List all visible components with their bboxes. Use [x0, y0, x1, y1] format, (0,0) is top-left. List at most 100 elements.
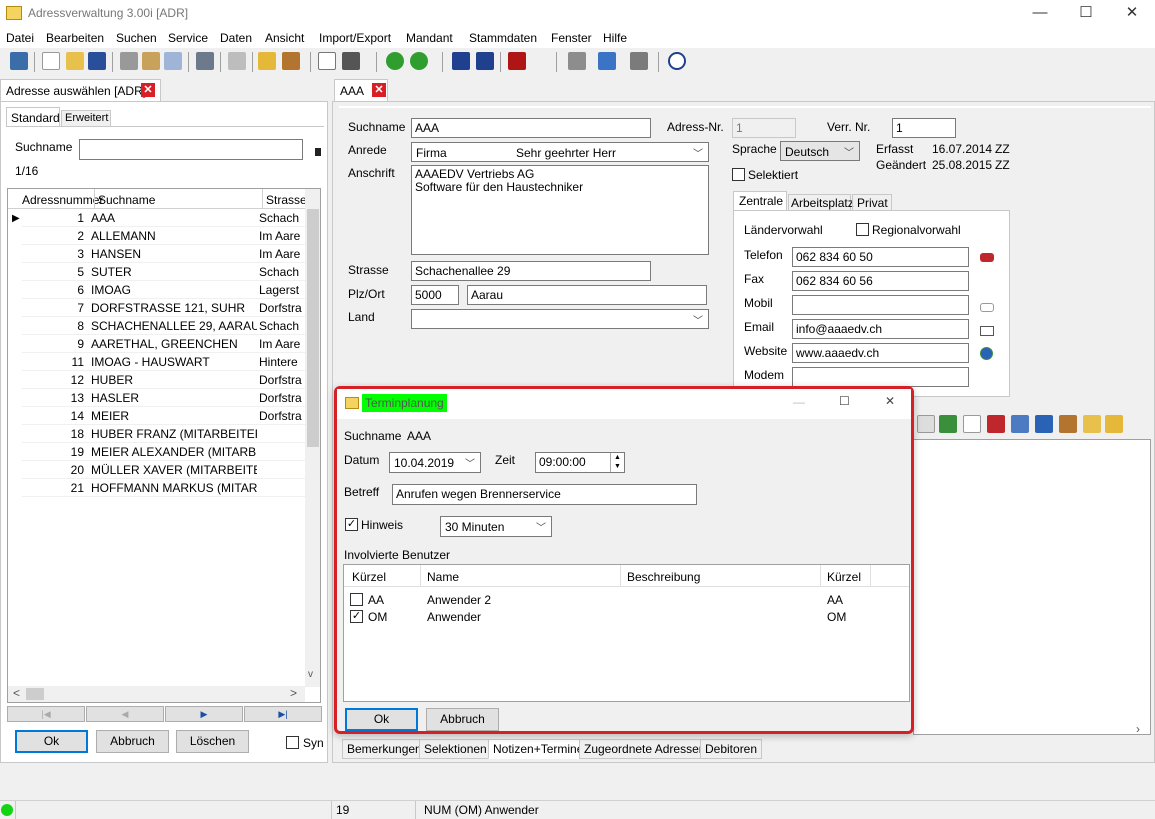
col-suchname[interactable]: Suchname	[98, 193, 155, 207]
table-row[interactable]: 7 DORFSTRASSE 121, SUHR Dorfstra	[22, 299, 306, 317]
table-row[interactable]: 8 SCHACHENALLEE 29, AARAU Schach	[22, 317, 306, 335]
grid-vertical-scrollbar[interactable]: v	[305, 189, 320, 687]
dialog-cancel-button[interactable]: Abbruch	[426, 708, 499, 731]
tab-notizen-termine[interactable]: Notizen+Termine	[488, 739, 589, 759]
menu-stammdaten[interactable]: Stammdaten	[469, 31, 537, 45]
menu-daten[interactable]: Daten	[220, 31, 252, 45]
tab-erweitert[interactable]: Erweitert	[61, 110, 111, 127]
nav-prev-button[interactable]: ◀	[86, 706, 164, 722]
checklist-icon[interactable]	[258, 52, 276, 70]
nav-first-button[interactable]: |◀	[7, 706, 85, 722]
document-icon[interactable]	[318, 52, 336, 70]
package-icon[interactable]	[1059, 415, 1077, 433]
dialog-maximize-button[interactable]: ☐	[839, 394, 850, 408]
menu-suchen[interactable]: Suchen	[116, 31, 157, 45]
table-row[interactable]: 20 MÜLLER XAVER (MITARBEITER)	[22, 461, 306, 479]
checklist-icon[interactable]	[1105, 415, 1123, 433]
col-name[interactable]: Name	[427, 570, 459, 584]
menu-ansicht[interactable]: Ansicht	[265, 31, 304, 45]
tab-zugeordnete-adressen[interactable]: Zugeordnete Adressen	[579, 739, 711, 759]
user-checkbox-aa[interactable]	[350, 593, 363, 606]
attach-icon[interactable]	[917, 415, 935, 433]
scroll-left-icon[interactable]: <	[13, 686, 20, 700]
open-folder-icon[interactable]	[66, 52, 84, 70]
regionalvorwahl-checkbox[interactable]	[856, 223, 869, 236]
strasse-field[interactable]: Schachenallee 29	[411, 261, 651, 281]
cut-icon[interactable]	[120, 52, 138, 70]
ok-button[interactable]: Ok	[15, 730, 88, 753]
suchname-field[interactable]: AAA	[411, 118, 651, 138]
tab-debitoren[interactable]: Debitoren	[700, 739, 763, 759]
percent-icon[interactable]	[963, 415, 981, 433]
copy-icon[interactable]	[164, 52, 182, 70]
horizontal-split-icon[interactable]	[452, 52, 470, 70]
vertical-split-icon[interactable]	[476, 52, 494, 70]
table-row[interactable]: 19 MEIER ALEXANDER (MITARBEIT	[22, 443, 306, 461]
sprache-select[interactable]: Deutsch ﹀	[780, 141, 860, 161]
menu-hilfe[interactable]: Hilfe	[603, 31, 627, 45]
selektiert-checkbox[interactable]	[732, 168, 745, 181]
user-row[interactable]: AA Anwender 2 AA	[344, 591, 909, 608]
col-adressnummer[interactable]: Adressnummer	[22, 193, 103, 207]
table-icon[interactable]	[598, 52, 616, 70]
telephone-icon[interactable]	[980, 253, 994, 262]
betreff-field[interactable]: Anrufen wegen Brennerservice	[392, 484, 697, 505]
dialog-ok-button[interactable]: Ok	[345, 708, 418, 731]
dialog-close-button[interactable]: ✕	[885, 394, 895, 408]
col-beschreibung[interactable]: Beschreibung	[627, 570, 700, 584]
book-stack-icon[interactable]	[1035, 415, 1053, 433]
close-icon[interactable]: ✕	[372, 83, 386, 97]
table-row[interactable]: 1 AAA Schach	[22, 209, 306, 227]
close-window-button[interactable]: ✕	[1109, 0, 1155, 28]
sync-checkbox[interactable]	[286, 736, 299, 749]
hinweis-select[interactable]: 30 Minuten ﹀	[440, 516, 552, 537]
col-kuerzel-2[interactable]: Kürzel	[827, 570, 861, 584]
notes-list[interactable]: ›	[913, 439, 1151, 736]
printer-icon[interactable]	[342, 52, 360, 70]
maximize-button[interactable]: ☐	[1063, 0, 1109, 28]
globe-icon[interactable]	[980, 347, 993, 360]
tree-icon[interactable]	[939, 415, 957, 433]
close-window-icon[interactable]	[508, 52, 526, 70]
mobil-field[interactable]	[792, 295, 969, 315]
search-input[interactable]	[79, 139, 303, 160]
notes-scroll-right-icon[interactable]: ›	[1136, 722, 1140, 736]
package-icon[interactable]	[282, 52, 300, 70]
col-kuerzel[interactable]: Kürzel	[352, 570, 386, 584]
computer-icon[interactable]	[196, 52, 214, 70]
target-icon[interactable]	[668, 52, 686, 70]
land-select[interactable]: ﹀	[411, 309, 709, 329]
forward-arrow-icon[interactable]	[410, 52, 428, 70]
tab-privat[interactable]: Privat	[852, 194, 892, 211]
users-icon[interactable]	[630, 52, 648, 70]
anschrift-textarea[interactable]: AAAEDV Vertriebs AG Software für den Hau…	[411, 165, 709, 255]
table-row[interactable]: 2 ALLEMANN Im Aare	[22, 227, 306, 245]
new-file-icon[interactable]	[42, 52, 60, 70]
telefon-field[interactable]: 062 834 60 50	[792, 247, 969, 267]
zeit-spinner[interactable]: ▲ ▼	[610, 453, 624, 472]
table-row[interactable]: 5 SUTER Schach	[22, 263, 306, 281]
verrnr-field[interactable]: 1	[892, 118, 956, 138]
table-row[interactable]: 18 HUBER FRANZ (MITARBEITER)	[22, 425, 306, 443]
datum-picker[interactable]: 10.04.2019 ﹀	[389, 452, 481, 473]
menu-datei[interactable]: Datei	[6, 31, 34, 45]
clipboard-icon[interactable]	[1083, 415, 1101, 433]
table-row[interactable]: 6 IMOAG Lagerst	[22, 281, 306, 299]
building-icon[interactable]	[1011, 415, 1029, 433]
tab-aaa[interactable]: AAA ✕	[334, 79, 388, 101]
tab-standard[interactable]: Standard	[6, 107, 60, 127]
cancel-button[interactable]: Abbruch	[96, 730, 169, 753]
modem-field[interactable]	[792, 367, 969, 387]
zeit-field[interactable]: 09:00:00 ▲ ▼	[535, 452, 625, 473]
grid-horizontal-scrollbar[interactable]: < >	[8, 686, 305, 702]
table-row[interactable]: 9 AARETHAL, GREENCHEN Im Aare	[22, 335, 306, 353]
fax-field[interactable]: 062 834 60 56	[792, 271, 969, 291]
save-icon[interactable]	[88, 52, 106, 70]
menu-import-export[interactable]: Import/Export	[319, 31, 391, 45]
minimize-button[interactable]: —	[1017, 0, 1063, 28]
tool-icon[interactable]	[987, 415, 1005, 433]
table-row[interactable]: 13 HASLER Dorfstra	[22, 389, 306, 407]
email-field[interactable]: info@aaaedv.ch	[792, 319, 969, 339]
anrede-select[interactable]: Firma Sehr geehrter Herr ﹀	[411, 142, 709, 162]
table-row[interactable]: 14 MEIER Dorfstra	[22, 407, 306, 425]
